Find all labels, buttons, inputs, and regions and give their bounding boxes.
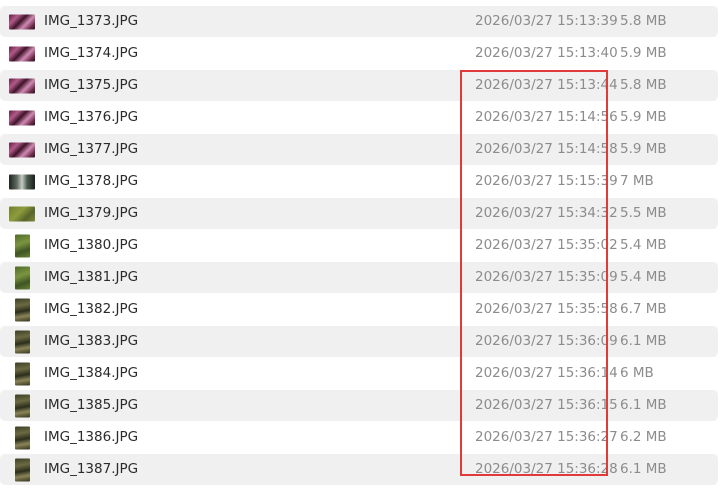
file-size: 6.1 MB (620, 397, 667, 413)
file-name: IMG_1387.JPG (44, 461, 139, 477)
file-size: 5.9 MB (620, 109, 667, 125)
file-row[interactable]: IMG_1382.JPG 2026/03/27 15:35:58 6.7 MB (0, 294, 718, 325)
tree-icon (15, 458, 30, 481)
file-name: IMG_1382.JPG (44, 301, 139, 317)
file-date: 2026/03/27 15:14:58 (475, 141, 618, 157)
flowers-icon (9, 78, 35, 93)
file-row[interactable]: IMG_1385.JPG 2026/03/27 15:36:15 6.1 MB (0, 390, 718, 421)
file-date: 2026/03/27 15:14:56 (475, 109, 618, 125)
tree-icon (15, 330, 30, 353)
file-date: 2026/03/27 15:36:27 (475, 429, 618, 445)
file-row[interactable]: IMG_1381.JPG 2026/03/27 15:35:09 5.4 MB (0, 262, 718, 293)
file-date: 2026/03/27 15:34:32 (475, 205, 618, 221)
tree-icon (15, 426, 30, 449)
file-date: 2026/03/27 15:13:40 (475, 45, 618, 61)
tree-icon (15, 362, 30, 385)
file-date: 2026/03/27 15:35:58 (475, 301, 618, 317)
file-name: IMG_1374.JPG (44, 45, 139, 61)
file-list: IMG_1373.JPG 2026/03/27 15:13:39 5.8 MB IMG… (0, 0, 722, 489)
file-date: 2026/03/27 15:36:15 (475, 397, 618, 413)
file-row[interactable]: IMG_1376.JPG 2026/03/27 15:14:56 5.9 MB (0, 102, 718, 133)
file-size: 6 MB (620, 365, 654, 381)
file-name: IMG_1376.JPG (44, 109, 139, 125)
file-row[interactable]: IMG_1375.JPG 2026/03/27 15:13:44 5.8 MB (0, 70, 718, 101)
file-name: IMG_1380.JPG (44, 237, 139, 253)
file-date: 2026/03/27 15:36:09 (475, 333, 618, 349)
file-name: IMG_1384.JPG (44, 365, 139, 381)
file-size: 5.8 MB (620, 13, 667, 29)
tree-icon (15, 394, 30, 417)
file-size: 6.7 MB (620, 301, 667, 317)
file-name: IMG_1383.JPG (44, 333, 139, 349)
file-name: IMG_1378.JPG (44, 173, 139, 189)
file-size: 5.4 MB (620, 237, 667, 253)
file-date: 2026/03/27 15:13:44 (475, 77, 618, 93)
file-size: 6.1 MB (620, 461, 667, 477)
flowers-icon (9, 110, 35, 125)
plant-icon (15, 234, 30, 257)
file-name: IMG_1375.JPG (44, 77, 139, 93)
street-icon (9, 174, 35, 189)
file-size: 6.2 MB (620, 429, 667, 445)
file-date: 2026/03/27 15:36:28 (475, 461, 618, 477)
file-date: 2026/03/27 15:36:14 (475, 365, 618, 381)
file-row[interactable]: IMG_1383.JPG 2026/03/27 15:36:09 6.1 MB (0, 326, 718, 357)
flowers-icon (9, 142, 35, 157)
file-name: IMG_1379.JPG (44, 205, 139, 221)
file-size: 6.1 MB (620, 333, 667, 349)
file-row[interactable]: IMG_1374.JPG 2026/03/27 15:13:40 5.9 MB (0, 38, 718, 69)
tree-icon (15, 298, 30, 321)
file-date: 2026/03/27 15:35:02 (475, 237, 618, 253)
file-date: 2026/03/27 15:15:39 (475, 173, 618, 189)
file-row[interactable]: IMG_1386.JPG 2026/03/27 15:36:27 6.2 MB (0, 422, 718, 453)
file-name: IMG_1385.JPG (44, 397, 139, 413)
file-name: IMG_1386.JPG (44, 429, 139, 445)
file-date: 2026/03/27 15:35:09 (475, 269, 618, 285)
file-row[interactable]: IMG_1384.JPG 2026/03/27 15:36:14 6 MB (0, 358, 718, 389)
file-row[interactable]: IMG_1373.JPG 2026/03/27 15:13:39 5.8 MB (0, 6, 718, 37)
file-size: 5.9 MB (620, 141, 667, 157)
file-row[interactable]: IMG_1387.JPG 2026/03/27 15:36:28 6.1 MB (0, 454, 718, 485)
file-size: 5.4 MB (620, 269, 667, 285)
file-name: IMG_1377.JPG (44, 141, 139, 157)
flowers-icon (9, 46, 35, 61)
file-row[interactable]: IMG_1380.JPG 2026/03/27 15:35:02 5.4 MB (0, 230, 718, 261)
file-row[interactable]: IMG_1378.JPG 2026/03/27 15:15:39 7 MB (0, 166, 718, 197)
file-size: 7 MB (620, 173, 654, 189)
grass-icon (9, 206, 35, 221)
file-name: IMG_1373.JPG (44, 13, 139, 29)
plant-icon (15, 266, 30, 289)
file-name: IMG_1381.JPG (44, 269, 139, 285)
file-row[interactable]: IMG_1379.JPG 2026/03/27 15:34:32 5.5 MB (0, 198, 718, 229)
file-size: 5.8 MB (620, 77, 667, 93)
file-size: 5.5 MB (620, 205, 667, 221)
file-row[interactable]: IMG_1377.JPG 2026/03/27 15:14:58 5.9 MB (0, 134, 718, 165)
flowers-icon (9, 14, 35, 29)
file-date: 2026/03/27 15:13:39 (475, 13, 618, 29)
file-size: 5.9 MB (620, 45, 667, 61)
